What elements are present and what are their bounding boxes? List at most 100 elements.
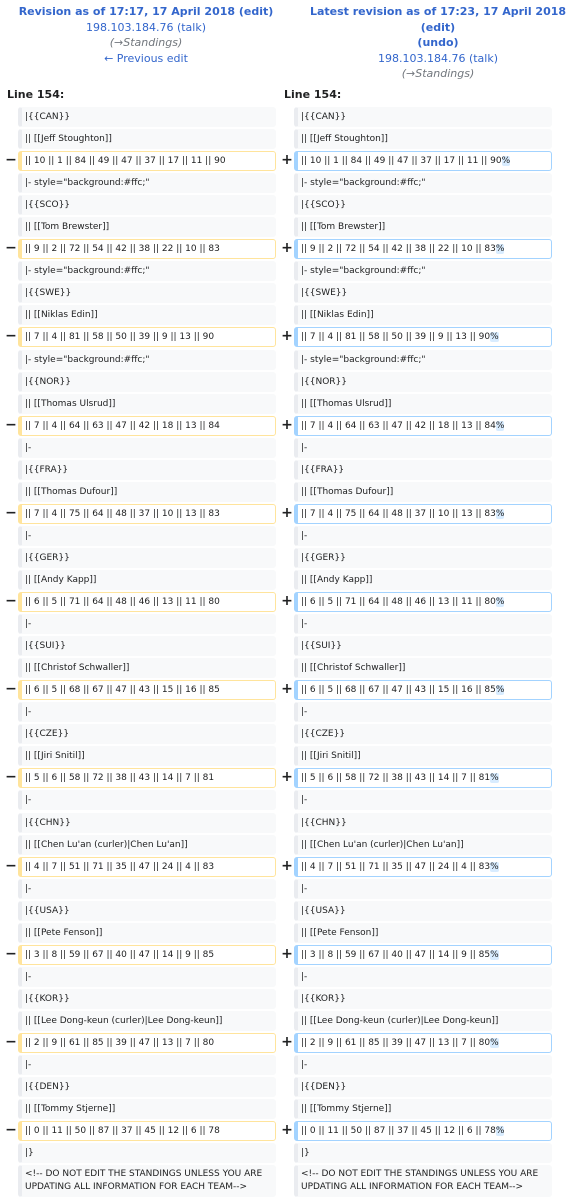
added-line-text: || 3 || 8 || 59 || 67 || 40 || 47 || 14 … xyxy=(301,949,491,960)
diff-row-context: |{{CAN}} |{{CAN}} xyxy=(0,106,584,128)
context-line-left: || [[Lee Dong-keun (curler)|Lee Dong-keu… xyxy=(18,1010,276,1031)
diff-row-context: || [[Jeff Stoughton]] || [[Jeff Stoughton… xyxy=(0,128,584,150)
context-line-right: |{{CAN}} xyxy=(294,107,552,127)
added-line-text: || 7 || 4 || 81 || 58 || 50 || 39 || 9 |… xyxy=(301,332,491,343)
diff-row-context: |- style="background:#ffc;" |- style="bac… xyxy=(0,349,584,371)
deleted-line: || 9 || 2 || 72 || 54 || 42 || 38 || 22 … xyxy=(18,239,276,260)
left-edit-link[interactable]: (edit) xyxy=(239,5,273,18)
context-line-left: |- style="background:#ffc;" xyxy=(18,349,276,370)
context-line-left: || [[Tom Brewster]] xyxy=(18,217,276,238)
deleted-line-marker: − xyxy=(5,1033,17,1050)
right-revision-title-link[interactable]: Latest revision as of 17:23, 17 April 20… xyxy=(310,5,566,18)
context-line-left: |- xyxy=(18,437,276,458)
context-line-right: || [[Lee Dong-keun (curler)|Lee Dong-keu… xyxy=(294,1010,552,1031)
added-line-text: || 5 || 6 || 58 || 72 || 38 || 43 || 14 … xyxy=(301,773,491,784)
undo-link[interactable]: (undo) xyxy=(417,36,458,49)
diff-row-context: |{{KOR}} |{{KOR}} xyxy=(0,988,584,1010)
diff-row-context: |{{SUI}} |{{SUI}} xyxy=(0,635,584,657)
context-line-left: |- xyxy=(18,1055,276,1076)
context-line-right: |- xyxy=(294,614,552,635)
diff-row-context: |- style="background:#ffc;" |- style="bac… xyxy=(0,260,584,282)
diff-row-context: || [[Chen Lu'an (curler)|Chen Lu'an]] || … xyxy=(0,834,584,856)
deleted-line: || 5 || 6 || 58 || 72 || 38 || 43 || 14 … xyxy=(18,768,276,789)
deleted-line-marker: − xyxy=(5,328,17,345)
added-line-marker: + xyxy=(281,1122,293,1139)
diff-row-context: || [[Tom Brewster]] || [[Tom Brewster]] xyxy=(0,216,584,238)
inserted-text-highlight: % xyxy=(490,332,499,343)
deleted-line-marker: − xyxy=(5,152,17,169)
right-edit-link[interactable]: (edit) xyxy=(421,21,455,34)
right-revision-header: Latest revision as of 17:23, 17 April 20… xyxy=(292,4,584,82)
context-line-left: || [[Thomas Dufour]] xyxy=(18,481,276,502)
context-line-right: |- style="background:#ffc;" xyxy=(294,349,552,370)
right-edit-summary: (→Standings) xyxy=(401,67,475,80)
added-line-text: || 10 || 1 || 84 || 49 || 47 || 37 || 17… xyxy=(301,156,502,167)
context-line-left: |{{DEN}} xyxy=(18,1077,276,1098)
added-line-marker: + xyxy=(281,857,293,874)
inserted-text-highlight: % xyxy=(495,420,505,431)
context-line-right: || [[Jeff Stoughton]] xyxy=(294,129,552,150)
left-line-number: Line 154: xyxy=(7,88,65,101)
context-line-left: || [[Christof Schwaller]] xyxy=(18,658,276,679)
added-line: || 6 || 5 || 71 || 64 || 48 || 46 || 13 … xyxy=(294,592,552,613)
inserted-text-highlight: % xyxy=(490,949,499,960)
deleted-line: || 0 || 11 || 50 || 87 || 37 || 45 || 12… xyxy=(18,1121,276,1142)
inserted-text-highlight: % xyxy=(490,861,499,872)
diff-row-context: |- |- xyxy=(0,878,584,900)
context-line-right: |- xyxy=(294,525,552,546)
inserted-text-highlight: % xyxy=(490,773,499,784)
added-line: || 7 || 4 || 64 || 63 || 47 || 42 || 18 … xyxy=(294,415,552,436)
deleted-line-marker: − xyxy=(5,857,17,874)
added-line-marker: + xyxy=(281,769,293,786)
context-line-right: |{{DEN}} xyxy=(294,1077,552,1098)
context-line-left: |{{CZE}} xyxy=(18,724,276,745)
inserted-text-highlight: % xyxy=(495,508,505,519)
left-talk-link[interactable]: (talk) xyxy=(177,21,206,34)
right-talk-link[interactable]: (talk) xyxy=(469,52,498,65)
context-line-left: |{{CHN}} xyxy=(18,812,276,833)
diff-row-context: || [[Thomas Dufour]] || [[Thomas Dufour]] xyxy=(0,481,584,503)
context-line-right: || [[Niklas Edin]] xyxy=(294,305,552,326)
added-line-marker: + xyxy=(281,1033,293,1050)
context-line-left: |- xyxy=(18,878,276,899)
inserted-text-highlight: % xyxy=(501,156,511,167)
deleted-line: || 7 || 4 || 64 || 63 || 47 || 42 || 18 … xyxy=(18,415,276,436)
diff-row-changed: − || 6 || 5 || 71 || 64 || 48 || 46 || 13… xyxy=(0,591,584,613)
left-user-link[interactable]: 198.103.184.76 xyxy=(86,21,173,34)
deleted-line-marker: − xyxy=(5,240,17,257)
context-line-left: || [[Jiri Snitil]] xyxy=(18,746,276,767)
left-revision-header: Revision as of 17:17, 17 April 2018 (edi… xyxy=(0,4,292,66)
diff-row-changed: − || 2 || 9 || 61 || 85 || 39 || 47 || 13… xyxy=(0,1032,584,1054)
deleted-line: || 2 || 9 || 61 || 85 || 39 || 47 || 13 … xyxy=(18,1032,276,1053)
diff-row-context: |{{NOR}} |{{NOR}} xyxy=(0,371,584,393)
left-revision-title-link[interactable]: Revision as of 17:17, 17 April 2018 xyxy=(19,5,235,18)
context-line-left: |- style="background:#ffc;" xyxy=(18,173,276,194)
context-line-left: |{{SWE}} xyxy=(18,283,276,304)
context-line-left: || [[Pete Fenson]] xyxy=(18,922,276,943)
context-line-left: |- xyxy=(18,966,276,987)
inserted-text-highlight: % xyxy=(495,244,505,255)
context-line-right: || [[Pete Fenson]] xyxy=(294,922,552,943)
context-line-left: |- xyxy=(18,525,276,546)
added-line: || 7 || 4 || 81 || 58 || 50 || 39 || 9 |… xyxy=(294,327,552,348)
context-line-right: |{{SUI}} xyxy=(294,636,552,657)
deleted-line: || 7 || 4 || 75 || 64 || 48 || 37 || 10 … xyxy=(18,503,276,524)
inserted-text-highlight: % xyxy=(495,1126,505,1137)
added-line-text: || 6 || 5 || 71 || 64 || 48 || 46 || 13 … xyxy=(301,597,496,608)
context-line-left: |{{KOR}} xyxy=(18,988,276,1009)
diff-row-context: |} |} xyxy=(0,1142,584,1164)
diff-row-changed: − || 7 || 4 || 81 || 58 || 50 || 39 || 9 … xyxy=(0,326,584,348)
diff-row-context: || [[Andy Kapp]] || [[Andy Kapp]] xyxy=(0,569,584,591)
diff-row-context: |{{SCO}} |{{SCO}} xyxy=(0,194,584,216)
context-line-right: |- xyxy=(294,702,552,723)
right-user-link[interactable]: 198.103.184.76 xyxy=(378,52,465,65)
added-line: || 4 || 7 || 51 || 71 || 35 || 47 || 24 … xyxy=(294,856,552,877)
added-line-text: || 4 || 7 || 51 || 71 || 35 || 47 || 24 … xyxy=(301,861,491,872)
previous-edit-link[interactable]: ← Previous edit xyxy=(104,52,188,65)
context-line-left: |{{SUI}} xyxy=(18,636,276,657)
context-line-left: |- xyxy=(18,790,276,811)
context-line-left: |{{CAN}} xyxy=(18,107,276,127)
deleted-line-marker: − xyxy=(5,416,17,433)
context-line-right: |{{USA}} xyxy=(294,900,552,921)
deleted-line: || 4 || 7 || 51 || 71 || 35 || 47 || 24 … xyxy=(18,856,276,877)
